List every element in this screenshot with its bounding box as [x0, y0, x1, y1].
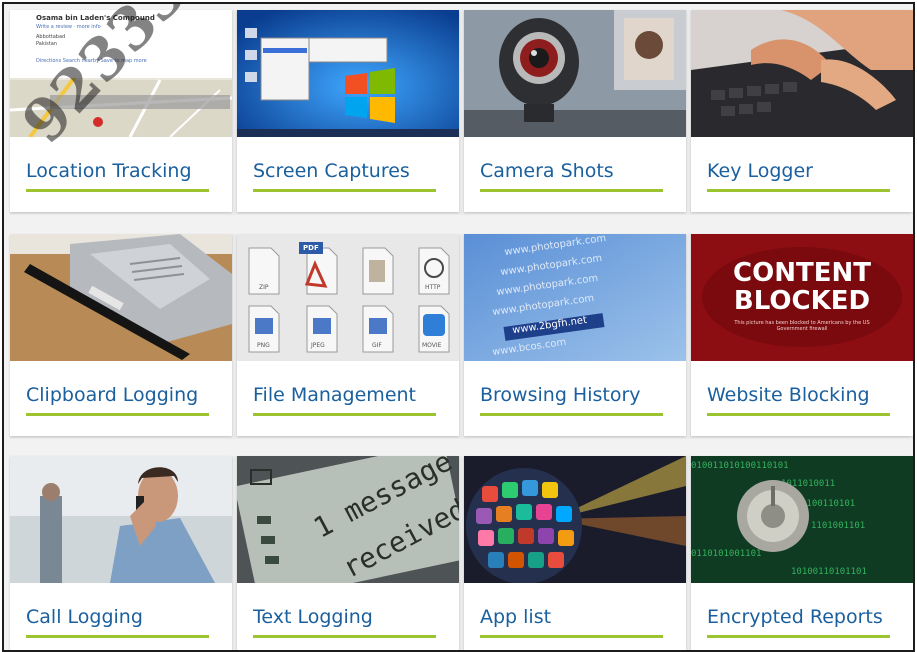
label-underline [707, 413, 890, 416]
label-underline [253, 635, 436, 638]
zip-file-label: ZIP [259, 284, 269, 291]
phone-call-image [10, 456, 232, 583]
feature-tile-call-logging[interactable]: Call Logging [10, 456, 232, 650]
feature-tile-key-logger[interactable]: Key Logger [691, 10, 913, 212]
feature-label: Encrypted Reports [707, 606, 883, 628]
http-file-label: HTTP [425, 284, 441, 291]
file-icons-image: ZIP PDF HTTP PNG JPEG GIF MOVIE [237, 234, 459, 361]
feature-label: Browsing History [480, 384, 641, 406]
label-underline [26, 635, 209, 638]
svg-text:010011010100110101: 010011010100110101 [691, 461, 789, 471]
jpeg-file-label: JPEG [311, 342, 325, 349]
movie-file-label: MOVIE [422, 342, 442, 349]
label-underline [26, 413, 209, 416]
blocked-notice: This picture has been blocked to America… [734, 320, 870, 332]
feature-tile-file-management[interactable]: ZIP PDF HTTP PNG JPEG GIF MOVIE File Man… [237, 234, 459, 436]
sms-screen-image: 1 message received [237, 456, 459, 583]
binary-vault-image: 010011010100110101 1011010011 0100110101… [691, 456, 913, 583]
svg-text:0100110101: 0100110101 [801, 499, 855, 509]
map-place-title: Osama bin Laden's Compound [36, 14, 155, 22]
gif-file-label: GIF [372, 342, 382, 349]
clipboard-image [10, 234, 232, 361]
feature-tile-app-list[interactable]: App list [464, 456, 686, 650]
feature-tile-screen-captures[interactable]: Screen Captures [237, 10, 459, 212]
svg-text:1101001101: 1101001101 [811, 521, 865, 531]
desktop-screenshot-image [237, 10, 459, 137]
feature-label: Call Logging [26, 606, 143, 628]
feature-label: File Management [253, 384, 416, 406]
map-place-actions: Directions Search nearby Save to map mor… [36, 58, 147, 64]
blocked-title-line-2: BLOCKED [733, 286, 871, 316]
map-place-review-link: Write a review · more info [36, 24, 101, 30]
feature-label: Location Tracking [26, 160, 192, 182]
feature-tile-encrypted-reports[interactable]: 010011010100110101 1011010011 0100110101… [691, 456, 913, 650]
content-blocked-image: CONTENT BLOCKED This picture has been bl… [691, 234, 913, 361]
feature-tile-camera-shots[interactable]: Camera Shots [464, 10, 686, 212]
feature-tile-website-blocking[interactable]: CONTENT BLOCKED This picture has been bl… [691, 234, 913, 436]
svg-text:0110101001101: 0110101001101 [691, 549, 761, 559]
feature-label: Camera Shots [480, 160, 614, 182]
app-icons-globe-image [464, 456, 686, 583]
feature-label: App list [480, 606, 552, 628]
feature-tile-location-tracking[interactable]: Osama bin Laden's Compound Write a revie… [10, 10, 232, 212]
feature-label: Clipboard Logging [26, 384, 199, 406]
label-underline [253, 189, 436, 192]
feature-label: Website Blocking [707, 384, 870, 406]
label-underline [480, 189, 663, 192]
url-list-image: www.photopark.com www.photopark.com www.… [464, 234, 686, 361]
location-map-image: Osama bin Laden's Compound Write a revie… [10, 10, 232, 137]
feature-row-3: Call Logging 1 message received Text Log… [10, 456, 913, 650]
feature-tile-clipboard-logging[interactable]: Clipboard Logging [10, 234, 232, 436]
blocked-title-line-1: CONTENT [733, 258, 871, 288]
label-underline [26, 189, 209, 192]
feature-row-1: Osama bin Laden's Compound Write a revie… [10, 10, 913, 215]
label-underline [707, 635, 890, 638]
label-underline [253, 413, 436, 416]
map-place-country: Pakistan [36, 41, 57, 47]
map-place-city: Abbottabad [36, 34, 66, 40]
feature-label: Screen Captures [253, 160, 410, 182]
png-file-label: PNG [257, 342, 270, 349]
feature-label: Key Logger [707, 160, 813, 182]
label-underline [480, 413, 663, 416]
pdf-file-label: PDF [303, 244, 319, 252]
feature-grid: Osama bin Laden's Compound Write a revie… [2, 2, 915, 652]
label-underline [480, 635, 663, 638]
feature-label: Text Logging [253, 606, 373, 628]
label-underline [707, 189, 890, 192]
keyboard-typing-image [691, 10, 913, 137]
feature-tile-browsing-history[interactable]: www.photopark.com www.photopark.com www.… [464, 234, 686, 436]
webcam-image [464, 10, 686, 137]
feature-row-2: Clipboard Logging ZIP PDF HTTP PNG JPEG … [10, 234, 913, 439]
svg-text:10100110101101: 10100110101101 [791, 567, 867, 577]
feature-tile-text-logging[interactable]: 1 message received Text Logging [237, 456, 459, 650]
